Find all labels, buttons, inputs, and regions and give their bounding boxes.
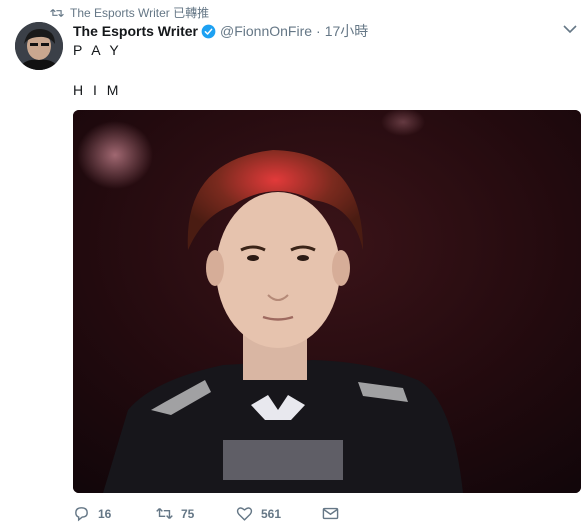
tweet-photo[interactable] <box>73 110 581 493</box>
heart-icon <box>236 507 253 521</box>
envelope-icon <box>322 507 339 520</box>
avatar[interactable] <box>15 22 63 70</box>
tweet-actions: 16 75 561 <box>73 505 339 522</box>
retweet-count: 75 <box>181 506 195 521</box>
retweet-context-label: The Esports Writer 已轉推 <box>70 6 210 20</box>
chevron-down-icon[interactable] <box>563 24 577 34</box>
like-count: 561 <box>261 506 282 521</box>
like-button[interactable]: 561 <box>236 505 322 522</box>
tweet-text-line-2: H I M <box>73 82 122 98</box>
reply-button[interactable]: 16 <box>73 505 156 522</box>
direct-message-button[interactable] <box>322 505 339 522</box>
reply-count: 16 <box>98 506 112 521</box>
retweet-button[interactable]: 75 <box>156 505 236 522</box>
retweet-context[interactable]: The Esports Writer 已轉推 <box>50 4 209 21</box>
tweet-text-line-1: P A Y <box>73 42 122 58</box>
timestamp[interactable]: 17小時 <box>325 21 369 41</box>
tweet-header: The Esports Writer @FionnOnFire · 17小時 <box>73 21 368 41</box>
verified-badge-icon <box>201 24 216 38</box>
display-name[interactable]: The Esports Writer <box>73 23 198 39</box>
separator-dot: · <box>316 23 321 39</box>
reply-icon <box>75 507 88 522</box>
user-handle[interactable]: @FionnOnFire <box>220 23 312 39</box>
retweet-icon <box>156 508 173 519</box>
retweet-icon <box>50 8 64 17</box>
